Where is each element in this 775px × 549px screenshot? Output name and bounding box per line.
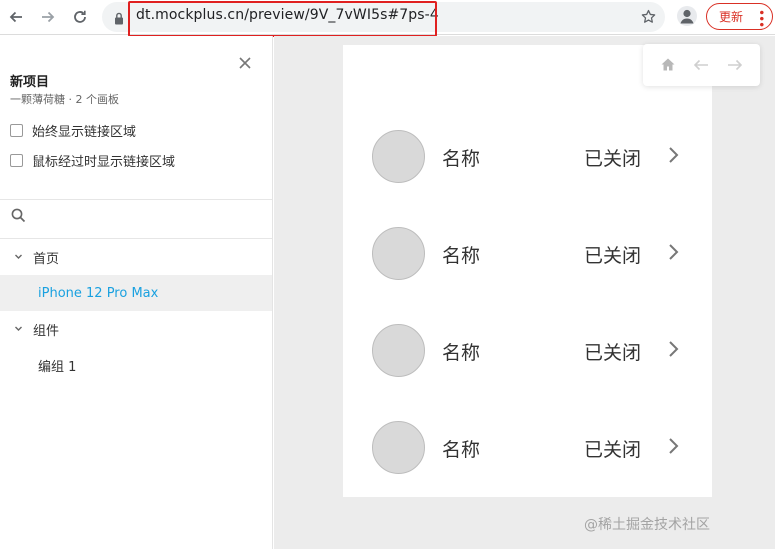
chevron-right-icon[interactable]	[668, 243, 680, 265]
list-item[interactable]: 名称 已关闭	[343, 223, 712, 283]
list-item[interactable]: 名称 已关闭	[343, 417, 712, 477]
tree-item-group-1[interactable]: 编组 1	[0, 347, 272, 383]
option-label: 始终显示链接区域	[32, 125, 137, 140]
avatar	[372, 324, 425, 377]
profile-icon[interactable]	[677, 6, 697, 26]
tree-group-home[interactable]: 首页	[0, 239, 272, 275]
reload-icon[interactable]	[69, 6, 91, 28]
artboard: 名称 已关闭 名称 已关闭 名称 已关闭 名称 已关闭	[343, 45, 712, 497]
search-icon[interactable]	[11, 208, 26, 227]
item-name: 名称	[442, 342, 481, 364]
checkbox[interactable]	[10, 154, 23, 167]
forward-icon[interactable]	[37, 6, 59, 28]
item-status: 已关闭	[584, 342, 642, 364]
item-name: 名称	[442, 439, 481, 461]
item-name: 名称	[442, 148, 481, 170]
checkbox[interactable]	[10, 124, 23, 137]
tree-group-label: 组件	[33, 323, 60, 339]
tree-item-iphone-12-pro-max[interactable]: iPhone 12 Pro Max	[0, 275, 272, 311]
avatar	[372, 421, 425, 474]
browser-toolbar: dt.mockplus.cn/preview/9V_7vWI5s#7ps-4 更…	[0, 0, 775, 37]
update-button-label: 更新	[719, 10, 744, 24]
item-name: 名称	[442, 245, 481, 267]
item-status: 已关闭	[584, 245, 642, 267]
tree-group-label: 首页	[33, 251, 60, 267]
option-always-show-links[interactable]: 始终显示链接区域	[10, 121, 136, 140]
project-title: 新项目	[10, 75, 50, 90]
list-item[interactable]: 名称 已关闭	[343, 320, 712, 380]
update-button[interactable]: 更新 •••	[706, 3, 773, 30]
chevron-down-icon[interactable]	[14, 250, 23, 265]
avatar	[372, 227, 425, 280]
tree-item-label: 编组 1	[38, 359, 77, 375]
tree-item-label: iPhone 12 Pro Max	[38, 285, 159, 301]
project-subtitle: 一颗薄荷糖 · 2 个画板	[10, 93, 119, 106]
arrow-right-icon[interactable]	[727, 57, 743, 76]
tree-group-components[interactable]: 组件	[0, 311, 272, 347]
lock-icon	[114, 10, 124, 29]
list-item[interactable]: 名称 已关闭	[343, 126, 712, 186]
close-icon[interactable]	[237, 55, 253, 71]
item-status: 已关闭	[584, 148, 642, 170]
address-bar[interactable]: dt.mockplus.cn/preview/9V_7vWI5s#7ps-4	[102, 1, 665, 37]
arrow-left-icon[interactable]	[693, 57, 709, 76]
option-label: 鼠标经过时显示链接区域	[32, 155, 176, 170]
chevron-right-icon[interactable]	[668, 340, 680, 362]
project-panel: 新项目 一颗薄荷糖 · 2 个画板 始终显示链接区域 鼠标经过时显示链接区域 首…	[0, 36, 273, 549]
star-icon[interactable]	[640, 8, 657, 29]
option-hover-show-links[interactable]: 鼠标经过时显示链接区域	[10, 151, 175, 170]
chevron-right-icon[interactable]	[668, 146, 680, 168]
chevron-down-icon[interactable]	[14, 322, 23, 337]
page-nav	[643, 44, 760, 86]
home-icon[interactable]	[660, 57, 676, 76]
divider	[0, 199, 272, 200]
chevron-right-icon[interactable]	[668, 437, 680, 459]
item-status: 已关闭	[584, 439, 642, 461]
url-highlight-box	[128, 1, 437, 37]
preview-canvas: 名称 已关闭 名称 已关闭 名称 已关闭 名称 已关闭	[274, 36, 775, 549]
back-icon[interactable]	[5, 6, 27, 28]
menu-icon[interactable]: •••	[754, 9, 768, 27]
watermark: @稀土掘金技术社区	[584, 517, 710, 533]
avatar	[372, 130, 425, 183]
